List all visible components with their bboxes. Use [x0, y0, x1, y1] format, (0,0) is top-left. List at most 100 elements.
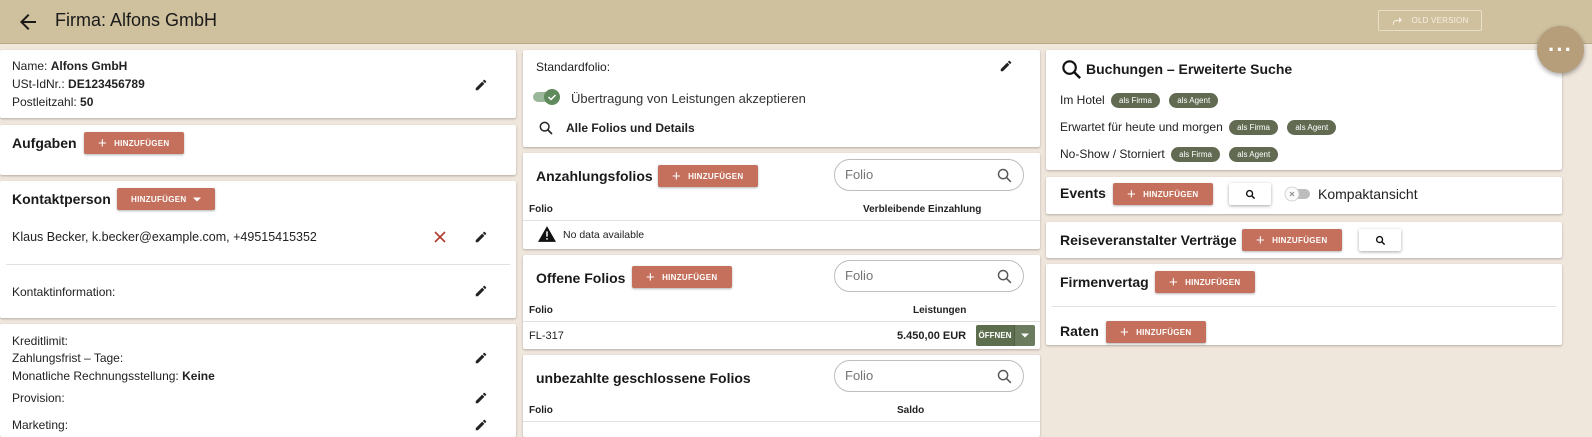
- more-horizontal-icon: ···: [1548, 36, 1573, 62]
- add-tour-contract-button[interactable]: + HINZUFÜGEN: [1242, 229, 1342, 251]
- edit-standard-folio-pencil-icon[interactable]: [999, 59, 1013, 73]
- edit-contact-info-pencil-icon[interactable]: [474, 284, 488, 298]
- compact-view-toggle[interactable]: [1284, 186, 1312, 202]
- plus-icon: +: [1120, 323, 1130, 341]
- add-task-label: HINZUFÜGEN: [114, 138, 170, 148]
- old-version-button[interactable]: OLD VERSION: [1378, 10, 1482, 31]
- credit-limit-label: Kreditlimit:: [12, 334, 69, 348]
- add-open-folio-button[interactable]: + HINZUFÜGEN: [632, 266, 732, 288]
- unpaid-header-divider: [523, 421, 1040, 422]
- contracts-divider: [1052, 306, 1556, 307]
- add-event-label: HINZUFÜGEN: [1143, 189, 1199, 199]
- open-folio-split-button: ÖFFNEN: [976, 325, 1035, 346]
- open-folios-title: Offene Folios: [536, 270, 626, 286]
- delete-contact-close-icon[interactable]: [434, 231, 446, 243]
- expected-label: Erwartet für heute und morgen: [1060, 120, 1223, 134]
- deposit-folios-card: Anzahlungsfolios + HINZUFÜGEN Folio Verbl…: [523, 153, 1040, 249]
- unpaid-folios-title: unbezahlte geschlossene Folios: [536, 370, 751, 386]
- plus-icon: +: [646, 268, 656, 286]
- contact-divider: [6, 264, 510, 265]
- add-task-button[interactable]: + HINZUFÜGEN: [84, 132, 184, 154]
- add-company-contract-button[interactable]: + HINZUFÜGEN: [1155, 271, 1255, 293]
- plus-icon: +: [98, 134, 108, 152]
- open-folio-search-input[interactable]: [845, 268, 985, 283]
- add-deposit-folio-label: HINZUFÜGEN: [688, 171, 744, 181]
- noshow-as-company-chip[interactable]: als Firma: [1171, 147, 1220, 163]
- contracts-rates-card: Firmenvertag + HINZUFÜGEN Raten + HINZUFÜG…: [1046, 264, 1562, 345]
- open-col-folio: Folio: [529, 305, 553, 316]
- vat-label: USt-IdNr.:: [12, 77, 65, 91]
- back-arrow-icon[interactable]: [16, 10, 40, 34]
- tasks-card: Aufgaben + HINZUFÜGEN: [0, 125, 516, 175]
- add-event-button[interactable]: + HINZUFÜGEN: [1113, 183, 1213, 205]
- tasks-title: Aufgaben: [12, 135, 77, 151]
- redo-icon: [1392, 16, 1402, 25]
- zip-label: Postleitzahl:: [12, 95, 77, 109]
- unpaid-col-folio: Folio: [529, 405, 553, 416]
- open-col-services: Leistungen: [913, 305, 967, 316]
- edit-contact-pencil-icon[interactable]: [474, 230, 488, 244]
- add-rate-button[interactable]: + HINZUFÜGEN: [1106, 321, 1206, 343]
- deposit-empty-text: No data available: [563, 229, 645, 241]
- compact-view-label: Kompaktansicht: [1318, 186, 1418, 202]
- zip-row: Postleitzahl: 50: [12, 95, 93, 109]
- company-name-value: Alfons GmbH: [50, 59, 128, 73]
- deposit-folios-title: Anzahlungsfolios: [536, 168, 653, 184]
- in-hotel-as-company-chip[interactable]: als Firma: [1111, 93, 1160, 109]
- edit-finance-pencil-icon[interactable]: [474, 351, 488, 365]
- page-title: Firma: Alfons GmbH: [55, 10, 218, 30]
- old-version-label: OLD VERSION: [1411, 16, 1469, 25]
- warning-icon: [538, 226, 556, 242]
- search-icon: [997, 369, 1012, 384]
- plus-icon: +: [1127, 185, 1137, 203]
- events-card: Events + HINZUFÜGEN Kompaktansicht: [1046, 177, 1562, 214]
- monthly-billing-value: Keine: [182, 369, 215, 383]
- search-tour-contracts-button[interactable]: [1359, 229, 1401, 251]
- more-options-fab[interactable]: ···: [1537, 26, 1584, 73]
- bookings-row-in-hotel: Im Hotel als Firma als Agent: [1060, 93, 1219, 109]
- deposit-col-remaining: Verbleibende Einzahlung: [863, 204, 982, 215]
- edit-company-pencil-icon[interactable]: [474, 78, 488, 92]
- monthly-billing-label: Monatliche Rechnungsstellung:: [12, 369, 179, 383]
- unpaid-col-balance: Saldo: [897, 405, 925, 416]
- search-events-button[interactable]: [1229, 183, 1271, 205]
- commission-label: Provision:: [12, 391, 65, 405]
- unpaid-folio-search-field[interactable]: [834, 360, 1024, 392]
- unpaid-folio-search-input[interactable]: [845, 368, 985, 383]
- open-folio-menu-button[interactable]: [1014, 325, 1035, 346]
- search-icon: [997, 168, 1012, 183]
- company-name-row: Name: Alfons GmbH: [12, 59, 127, 73]
- caret-down-icon: [193, 197, 202, 201]
- vat-row: USt-IdNr.: DE123456789: [12, 77, 145, 91]
- finance-card: Kreditlimit: Zahlungsfrist – Tage: Monat…: [0, 324, 516, 437]
- noshow-as-agent-chip[interactable]: als Agent: [1229, 147, 1279, 163]
- deposit-folio-search-input[interactable]: [845, 167, 985, 182]
- edit-commission-pencil-icon[interactable]: [474, 391, 488, 405]
- search-icon: [1375, 235, 1385, 245]
- edit-marketing-pencil-icon[interactable]: [474, 418, 488, 432]
- expected-as-agent-chip[interactable]: als Agent: [1287, 120, 1337, 136]
- company-name-label: Name:: [12, 59, 48, 73]
- open-folio-id: FL-317: [529, 330, 564, 342]
- app-header: Firma: Alfons GmbH OLD VERSION: [0, 0, 1592, 44]
- all-folios-link[interactable]: Alle Folios und Details: [566, 121, 695, 135]
- events-title: Events: [1060, 185, 1106, 201]
- plus-icon: +: [1256, 231, 1266, 249]
- add-contact-label: HINZUFÜGEN: [131, 194, 187, 204]
- deposit-folio-search-field[interactable]: [834, 159, 1024, 191]
- company-contract-title: Firmenvertag: [1060, 274, 1149, 290]
- company-info-card: Name: Alfons GmbH USt-IdNr.: DE123456789…: [0, 50, 516, 118]
- expected-as-company-chip[interactable]: als Firma: [1229, 120, 1278, 136]
- open-folio-amount: 5.450,00 EUR: [897, 330, 967, 342]
- contact-person-text: Klaus Becker, k.becker@example.com, +495…: [12, 230, 317, 244]
- bookings-title: Buchungen – Erweiterte Suche: [1086, 61, 1293, 77]
- open-folio-open-button[interactable]: ÖFFNEN: [976, 325, 1014, 346]
- add-rate-label: HINZUFÜGEN: [1136, 327, 1192, 337]
- add-contact-dropdown-button[interactable]: HINZUFÜGEN: [117, 188, 216, 210]
- marketing-label: Marketing:: [12, 418, 69, 432]
- open-folio-search-field[interactable]: [834, 260, 1024, 292]
- search-icon: [997, 269, 1012, 284]
- transfer-services-toggle[interactable]: [532, 88, 562, 106]
- add-deposit-folio-button[interactable]: + HINZUFÜGEN: [658, 165, 758, 187]
- in-hotel-as-agent-chip[interactable]: als Agent: [1169, 93, 1219, 109]
